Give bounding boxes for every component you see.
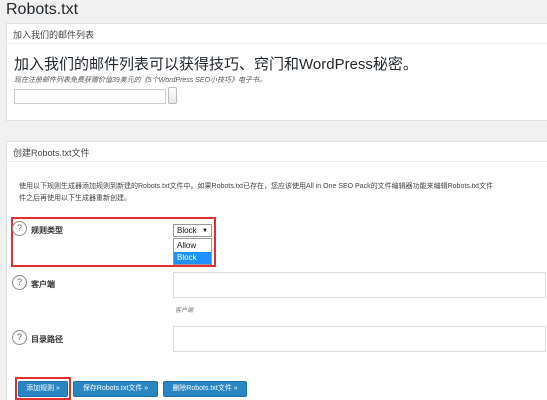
robots-section-title: 创建Robots.txt文件 xyxy=(7,142,547,162)
robots-intro-line-2: 件之后再使用以下生成器重新创建。 xyxy=(19,195,131,202)
page-title: Robots.txt xyxy=(6,1,79,18)
rule-type-option-block[interactable]: Block xyxy=(174,252,211,264)
rule-type-label: 规则类型 xyxy=(31,226,63,235)
delete-robots-button[interactable]: 删除Robots.txt文件 » xyxy=(163,381,247,397)
email-input[interactable] xyxy=(14,89,166,104)
mailing-list-section-title: 加入我们的邮件列表 xyxy=(7,24,547,44)
help-icon[interactable]: ? xyxy=(12,221,27,236)
help-icon[interactable]: ? xyxy=(12,330,27,345)
signup-description: 现在注册邮件列表免费获赠价值39美元的《5个WordPress SEO小技巧》电… xyxy=(14,77,267,84)
robots-intro-line-1: 使用以下规则生成器添加规则到新建的Robots.txt文件中。如果Robots.… xyxy=(19,183,494,190)
rule-type-select[interactable]: Block ▼ xyxy=(173,224,212,237)
user-agent-hint: 客户端 xyxy=(175,308,194,314)
path-label: 目录路径 xyxy=(31,335,63,344)
help-icon[interactable]: ? xyxy=(12,275,27,290)
robots-panel: 创建Robots.txt文件 xyxy=(6,141,547,400)
path-input[interactable] xyxy=(173,326,546,352)
rule-type-option-allow[interactable]: Allow xyxy=(174,240,211,252)
save-robots-button[interactable]: 保存Robots.txt文件 » xyxy=(73,381,158,397)
user-agent-input[interactable] xyxy=(173,272,546,298)
add-rule-button[interactable]: 添加规则 » xyxy=(18,381,68,397)
rule-type-selected-value: Block xyxy=(177,226,197,235)
chevron-down-icon: ▼ xyxy=(202,228,208,234)
robots-intro-text: 使用以下规则生成器添加规则到新建的Robots.txt文件中。如果Robots.… xyxy=(19,181,547,205)
signup-heading: 加入我们的邮件列表可以获得技巧、窍门和WordPress秘密。 xyxy=(14,56,418,73)
subscribe-button[interactable] xyxy=(168,87,177,104)
rule-type-dropdown: Allow Block xyxy=(173,238,212,265)
user-agent-label: 客户端 xyxy=(31,280,55,289)
